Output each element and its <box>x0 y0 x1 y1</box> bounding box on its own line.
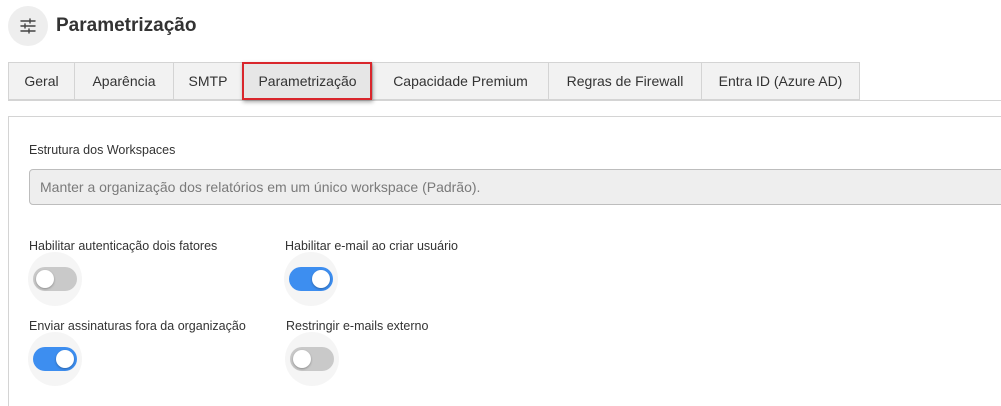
email-on-create-label: Habilitar e-mail ao criar usuário <box>285 239 458 253</box>
tab-capacidade-premium[interactable]: Capacidade Premium <box>372 62 548 100</box>
tab-smtp[interactable]: SMTP <box>173 62 242 100</box>
toggle-knob <box>293 350 311 368</box>
email-on-create-toggle[interactable] <box>289 267 333 291</box>
tab-geral[interactable]: Geral <box>8 62 74 100</box>
external-signatures-label: Enviar assinaturas fora da organização <box>29 319 246 333</box>
workspace-structure-select[interactable]: Manter a organização dos relatórios em u… <box>29 169 1001 205</box>
two-factor-label: Habilitar autenticação dois fatores <box>29 239 218 253</box>
two-factor-toggle-container <box>28 252 82 306</box>
settings-tabs: Geral Aparência SMTP Parametrização Capa… <box>8 62 1001 101</box>
tab-aparencia[interactable]: Aparência <box>74 62 173 100</box>
toggle-knob <box>56 350 74 368</box>
page-header: Parametrização <box>8 4 196 48</box>
restrict-external-emails-label: Restringir e-mails externo <box>286 319 429 333</box>
email-on-create-toggle-container <box>284 252 338 306</box>
restrict-external-emails-toggle[interactable] <box>290 347 334 371</box>
external-signatures-toggle[interactable] <box>33 347 77 371</box>
external-signatures-toggle-container <box>28 332 82 386</box>
workspace-structure-label: Estrutura dos Workspaces <box>29 143 176 157</box>
restrict-external-emails-toggle-container <box>285 332 339 386</box>
toggle-knob <box>36 270 54 288</box>
tab-parametrizacao[interactable]: Parametrização <box>242 62 372 100</box>
page-title: Parametrização <box>56 15 197 36</box>
tab-entra-id[interactable]: Entra ID (Azure AD) <box>701 62 860 100</box>
settings-panel: Estrutura dos Workspaces Manter a organi… <box>8 116 1001 406</box>
two-factor-toggle[interactable] <box>33 267 77 291</box>
toggle-knob <box>312 270 330 288</box>
sliders-icon[interactable] <box>8 6 48 46</box>
tab-regras-de-firewall[interactable]: Regras de Firewall <box>548 62 701 100</box>
